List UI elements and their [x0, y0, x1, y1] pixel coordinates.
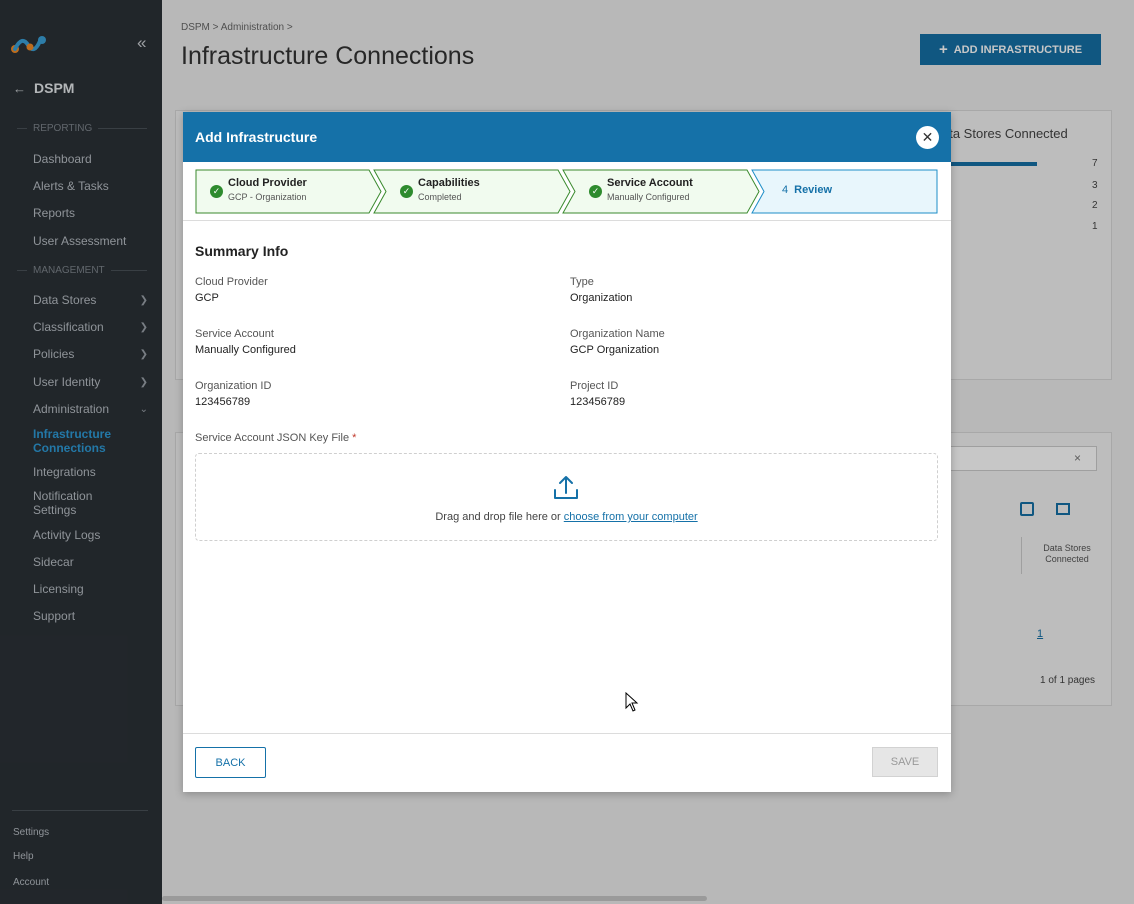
upload-label: Service Account JSON Key File * — [195, 432, 357, 444]
field-organization-name: Organization Name GCP Organization — [570, 328, 665, 356]
step-cloud-provider[interactable]: Cloud Provider GCP - Organization — [228, 177, 307, 202]
required-mark: * — [352, 432, 357, 444]
check-circle-icon: ✓ — [400, 185, 413, 198]
step-capabilities[interactable]: Capabilities Completed — [418, 177, 480, 202]
step-review[interactable]: 4 Review — [782, 184, 832, 196]
field-organization-id: Organization ID 123456789 — [195, 380, 272, 408]
modal-header: Add Infrastructure ✕ — [183, 112, 951, 162]
close-icon[interactable]: ✕ — [916, 125, 939, 149]
divider — [183, 220, 951, 221]
step-service-account[interactable]: Service Account Manually Configured — [607, 177, 693, 202]
stepper: ✓ Cloud Provider GCP - Organization ✓ Ca… — [195, 169, 938, 214]
modal-title: Add Infrastructure — [195, 129, 318, 145]
footer-divider — [183, 733, 951, 734]
upload-icon — [552, 473, 580, 506]
back-button[interactable]: BACK — [195, 747, 266, 778]
field-project-id: Project ID 123456789 — [570, 380, 626, 408]
save-button[interactable]: SAVE — [872, 747, 938, 777]
field-cloud-provider: Cloud Provider GCP — [195, 276, 268, 304]
check-circle-icon: ✓ — [589, 185, 602, 198]
add-infrastructure-modal: Add Infrastructure ✕ ✓ Cloud Provider GC… — [183, 112, 951, 792]
check-circle-icon: ✓ — [210, 185, 223, 198]
horizontal-scrollbar[interactable] — [162, 896, 707, 901]
mouse-cursor-icon — [625, 691, 639, 717]
field-type: Type Organization — [570, 276, 633, 304]
file-dropzone[interactable]: Drag and drop file here or choose from y… — [195, 453, 938, 541]
summary-title: Summary Info — [195, 243, 289, 259]
step-number: 4 — [782, 184, 789, 196]
field-service-account: Service Account Manually Configured — [195, 328, 296, 356]
drop-text: Drag and drop file here or choose from y… — [435, 511, 698, 523]
choose-file-link[interactable]: choose from your computer — [564, 511, 698, 523]
